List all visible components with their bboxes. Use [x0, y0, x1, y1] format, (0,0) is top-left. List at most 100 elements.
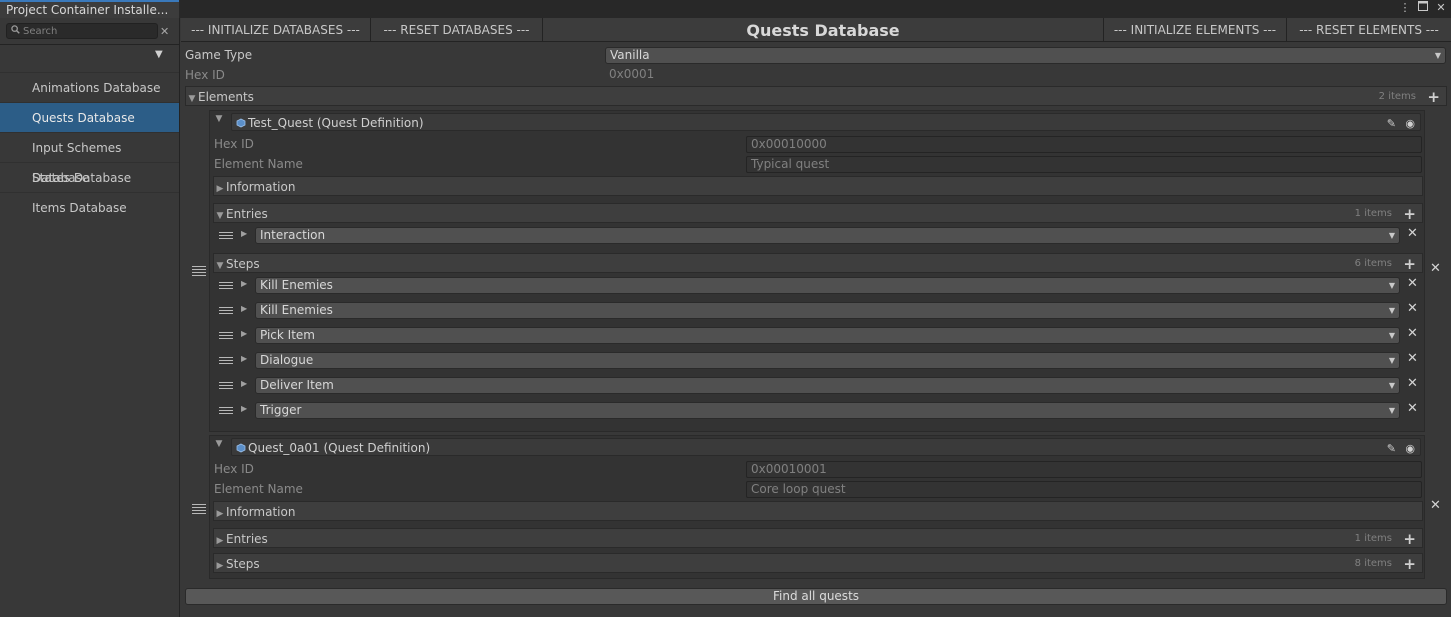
add-entry-icon[interactable]: +: [1403, 529, 1416, 549]
edit-pencil-icon[interactable]: ✎: [1387, 440, 1396, 458]
step-select[interactable]: Trigger ▼: [255, 402, 1400, 419]
fold-open-icon[interactable]: ▼: [213, 439, 225, 449]
fold-closed-icon[interactable]: ▶: [214, 179, 226, 199]
element-1-information[interactable]: ▶ Information: [213, 176, 1423, 196]
element-1-entries-header[interactable]: ▼ Entries 1 items +: [213, 203, 1423, 223]
fold-closed-icon[interactable]: ▶: [241, 304, 247, 313]
fold-closed-icon[interactable]: ▶: [214, 556, 226, 576]
step-value: Deliver Item: [260, 378, 334, 392]
element-2-name-field: Core loop quest: [746, 481, 1422, 498]
sidebar-item-quests[interactable]: Quests Database: [0, 102, 179, 132]
fold-closed-icon[interactable]: ▶: [214, 504, 226, 524]
elements-count: 2 items: [1378, 91, 1416, 102]
search-input[interactable]: [23, 24, 153, 38]
step-select[interactable]: Dialogue ▼: [255, 352, 1400, 369]
window-tab[interactable]: Project Container Installe...: [0, 0, 179, 18]
search-box[interactable]: [6, 23, 158, 39]
elements-label: Elements: [198, 90, 254, 104]
search-clear-icon[interactable]: ✕: [160, 25, 169, 38]
drag-handle-icon[interactable]: [192, 266, 206, 278]
add-entry-icon[interactable]: +: [1403, 204, 1416, 224]
fold-open-icon[interactable]: ▼: [214, 206, 226, 226]
drag-handle-icon[interactable]: [219, 307, 233, 317]
game-type-select[interactable]: Vanilla ▼: [605, 47, 1446, 64]
remove-step-icon[interactable]: ✕: [1407, 326, 1418, 341]
window-tab-bar: Project Container Installe... ⋮ ✕: [0, 0, 1451, 18]
element-1-name-label: Element Name: [214, 157, 303, 171]
more-icon[interactable]: ⋮: [1399, 1, 1411, 14]
drag-handle-icon[interactable]: [219, 357, 233, 367]
fold-closed-icon[interactable]: ▶: [241, 229, 247, 238]
fold-open-icon[interactable]: ▼: [186, 89, 198, 109]
step-select[interactable]: Deliver Item ▼: [255, 377, 1400, 394]
elements-header[interactable]: ▼ Elements 2 items +: [185, 86, 1447, 106]
remove-step-icon[interactable]: ✕: [1407, 351, 1418, 366]
drag-handle-icon[interactable]: [219, 332, 233, 342]
step-select[interactable]: Kill Enemies ▼: [255, 277, 1400, 294]
steps-label: Steps: [226, 557, 260, 571]
remove-step-icon[interactable]: ✕: [1407, 301, 1418, 316]
element-1-hex-field: 0x00010000: [746, 136, 1422, 153]
drag-handle-icon[interactable]: [219, 382, 233, 392]
select-target-icon[interactable]: ◉: [1405, 440, 1415, 458]
element-1-title[interactable]: Test_Quest (Quest Definition) ✎ ◉: [231, 113, 1421, 131]
sidebar-dropdown-icon[interactable]: ▼: [155, 49, 163, 60]
step-value: Kill Enemies: [260, 303, 333, 317]
remove-entry-icon[interactable]: ✕: [1407, 226, 1418, 241]
remove-step-icon[interactable]: ✕: [1407, 376, 1418, 391]
sidebar-item-states[interactable]: States Database: [0, 162, 179, 192]
element-1-steps-header[interactable]: ▼ Steps 6 items +: [213, 253, 1423, 273]
entries-count: 1 items: [1354, 533, 1392, 544]
remove-step-icon[interactable]: ✕: [1407, 276, 1418, 291]
entry-row: ▶ Interaction ▼ ✕: [213, 225, 1423, 247]
fold-open-icon[interactable]: ▼: [214, 256, 226, 276]
remove-step-icon[interactable]: ✕: [1407, 401, 1418, 416]
fold-closed-icon[interactable]: ▶: [241, 329, 247, 338]
edit-pencil-icon[interactable]: ✎: [1387, 115, 1396, 133]
add-step-icon[interactable]: +: [1403, 554, 1416, 574]
initialize-elements-button[interactable]: --- INITIALIZE ELEMENTS ---: [1103, 18, 1287, 42]
element-2-information[interactable]: ▶ Information: [213, 501, 1423, 521]
remove-element-icon[interactable]: ✕: [1430, 261, 1441, 276]
fold-open-icon[interactable]: ▼: [213, 114, 225, 124]
remove-element-icon[interactable]: ✕: [1430, 498, 1441, 513]
drag-handle-icon[interactable]: [219, 282, 233, 292]
drag-handle-icon[interactable]: [219, 232, 233, 242]
reset-elements-button[interactable]: --- RESET ELEMENTS ---: [1287, 18, 1451, 42]
step-row: ▶ Deliver Item ▼ ✕: [213, 375, 1423, 397]
steps-count: 8 items: [1354, 558, 1392, 569]
find-all-quests-button[interactable]: Find all quests: [185, 588, 1447, 605]
element-1-hex-label: Hex ID: [214, 137, 254, 151]
add-element-icon[interactable]: +: [1427, 87, 1440, 107]
element-2-title[interactable]: Quest_0a01 (Quest Definition) ✎ ◉: [231, 438, 1421, 456]
maximize-icon[interactable]: [1417, 1, 1429, 14]
step-row: ▶ Dialogue ▼ ✕: [213, 350, 1423, 372]
chevron-down-icon: ▼: [1388, 356, 1395, 365]
entries-count: 1 items: [1354, 208, 1392, 219]
fold-closed-icon[interactable]: ▶: [241, 379, 247, 388]
select-target-icon[interactable]: ◉: [1405, 115, 1415, 133]
main-panel: --- INITIALIZE DATABASES --- --- RESET D…: [181, 18, 1451, 617]
entry-select[interactable]: Interaction ▼: [255, 227, 1400, 244]
reset-databases-button[interactable]: --- RESET DATABASES ---: [371, 18, 543, 42]
add-step-icon[interactable]: +: [1403, 254, 1416, 274]
fold-closed-icon[interactable]: ▶: [241, 279, 247, 288]
drag-handle-icon[interactable]: [219, 407, 233, 417]
step-row: ▶ Kill Enemies ▼ ✕: [213, 300, 1423, 322]
fold-closed-icon[interactable]: ▶: [241, 354, 247, 363]
sidebar-item-input-schemes[interactable]: Input Schemes Database: [0, 132, 179, 185]
fold-closed-icon[interactable]: ▶: [241, 404, 247, 413]
step-select[interactable]: Kill Enemies ▼: [255, 302, 1400, 319]
element-1-name-field: Typical quest: [746, 156, 1422, 173]
chevron-down-icon: ▼: [1388, 281, 1395, 290]
fold-closed-icon[interactable]: ▶: [214, 531, 226, 551]
sidebar-item-animations[interactable]: Animations Database: [0, 72, 179, 102]
step-select[interactable]: Pick Item ▼: [255, 327, 1400, 344]
sidebar-item-items[interactable]: Items Database: [0, 192, 179, 222]
close-icon[interactable]: ✕: [1435, 1, 1447, 14]
element-2-steps-header[interactable]: ▶ Steps 8 items +: [213, 553, 1423, 573]
drag-handle-icon[interactable]: [192, 504, 206, 516]
step-value: Dialogue: [260, 353, 314, 367]
initialize-databases-button[interactable]: --- INITIALIZE DATABASES ---: [181, 18, 371, 42]
element-2-entries-header[interactable]: ▶ Entries 1 items +: [213, 528, 1423, 548]
